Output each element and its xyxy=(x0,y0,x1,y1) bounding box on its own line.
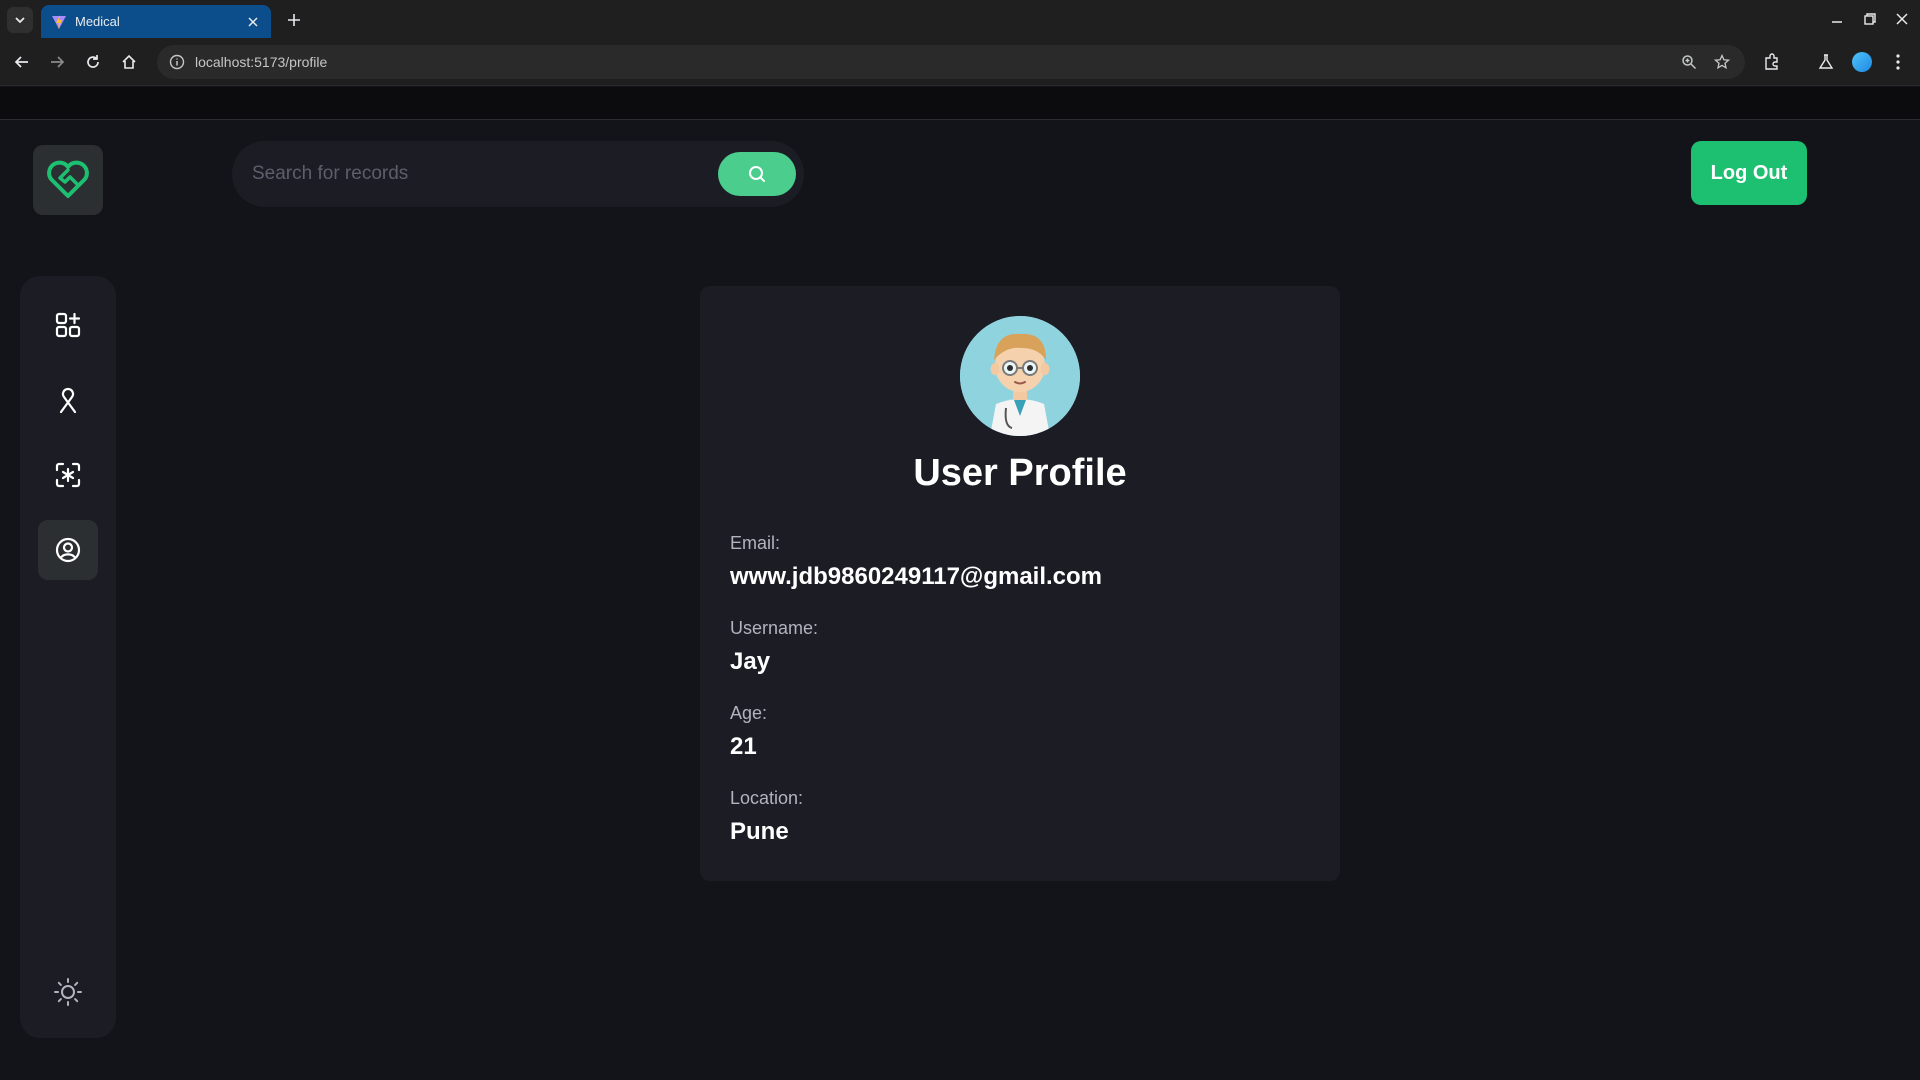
profile-card: User Profile Email: www.jdb9860249117@gm… xyxy=(700,286,1340,881)
sidebar-item-profile[interactable] xyxy=(38,520,98,580)
puzzle-icon xyxy=(1765,53,1778,70)
close-window-button[interactable] xyxy=(1892,9,1912,29)
age-value: 21 xyxy=(730,733,757,760)
browser-tab[interactable]: Medical xyxy=(41,5,271,38)
sidebar xyxy=(20,276,116,1038)
reload-button[interactable] xyxy=(81,50,105,74)
sidebar-item-dashboard[interactable] xyxy=(38,295,98,355)
theme-toggle-button[interactable] xyxy=(38,962,98,1022)
vite-favicon-icon xyxy=(52,14,66,29)
tab-search-button[interactable] xyxy=(7,7,33,33)
minimize-button[interactable] xyxy=(1827,9,1847,29)
search-bar xyxy=(232,141,804,207)
search-input[interactable] xyxy=(252,163,712,185)
doctor-avatar-icon xyxy=(960,316,1080,436)
arrow-right-icon xyxy=(51,56,65,68)
url-text[interactable]: localhost:5173/profile xyxy=(195,54,327,70)
location-value: Pune xyxy=(730,818,789,845)
tab-close-icon[interactable] xyxy=(245,14,261,30)
back-button[interactable] xyxy=(10,50,34,74)
extensions-button[interactable] xyxy=(1760,50,1784,74)
tab-title: Medical xyxy=(75,14,120,29)
ribbon-icon xyxy=(59,387,77,414)
dashboard-add-icon xyxy=(55,312,81,338)
sun-icon xyxy=(54,978,82,1006)
age-label: Age: xyxy=(730,703,768,723)
search-button[interactable] xyxy=(718,152,796,196)
location-label: Location: xyxy=(730,788,804,808)
scan-icon xyxy=(55,462,81,488)
email-label: Email: xyxy=(730,533,781,553)
new-tab-button[interactable] xyxy=(283,9,305,31)
profile-button[interactable] xyxy=(1850,50,1874,74)
logout-button[interactable]: Log Out xyxy=(1691,141,1807,205)
home-icon xyxy=(122,54,136,69)
home-button[interactable] xyxy=(117,50,141,74)
arrow-left-icon xyxy=(14,56,28,68)
email-value: www.jdb9860249117@gmail.com xyxy=(730,563,1103,590)
app-root: Log Out xyxy=(0,121,1920,1080)
sidebar-item-scan[interactable] xyxy=(38,445,98,505)
close-icon xyxy=(1896,13,1908,25)
site-info-icon[interactable] xyxy=(169,54,185,70)
labs-button[interactable] xyxy=(1814,50,1838,74)
search-icon xyxy=(749,166,765,182)
reload-icon xyxy=(87,55,99,68)
username-label: Username: xyxy=(730,618,819,638)
username-value: Jay xyxy=(730,648,771,675)
app-logo[interactable] xyxy=(33,145,103,215)
bookmarks-bar xyxy=(0,87,1920,120)
chevron-down-icon xyxy=(15,17,25,24)
plus-icon xyxy=(288,14,300,26)
restore-icon xyxy=(1864,13,1876,25)
address-bar[interactable]: localhost:5173/profile xyxy=(157,45,1745,79)
avatar xyxy=(1852,52,1872,72)
browser-toolbar: localhost:5173/profile xyxy=(0,38,1920,86)
heart-handshake-icon xyxy=(47,160,89,198)
avatar xyxy=(960,316,1080,436)
zoom-icon xyxy=(1682,55,1697,70)
browser-tab-bar: Medical xyxy=(0,0,1920,38)
star-icon xyxy=(1714,54,1730,70)
user-profile-icon xyxy=(55,537,81,563)
page-title: User Profile xyxy=(913,452,1127,494)
restore-button[interactable] xyxy=(1860,9,1880,29)
bookmark-button[interactable] xyxy=(1710,50,1734,74)
browser-menu-button[interactable] xyxy=(1886,50,1910,74)
minimize-icon xyxy=(1832,21,1842,23)
forward-button[interactable] xyxy=(45,50,69,74)
zoom-button[interactable] xyxy=(1677,50,1701,74)
kebab-menu-icon xyxy=(1896,54,1900,70)
flask-icon xyxy=(1818,54,1834,69)
sidebar-item-ribbon[interactable] xyxy=(38,370,98,430)
